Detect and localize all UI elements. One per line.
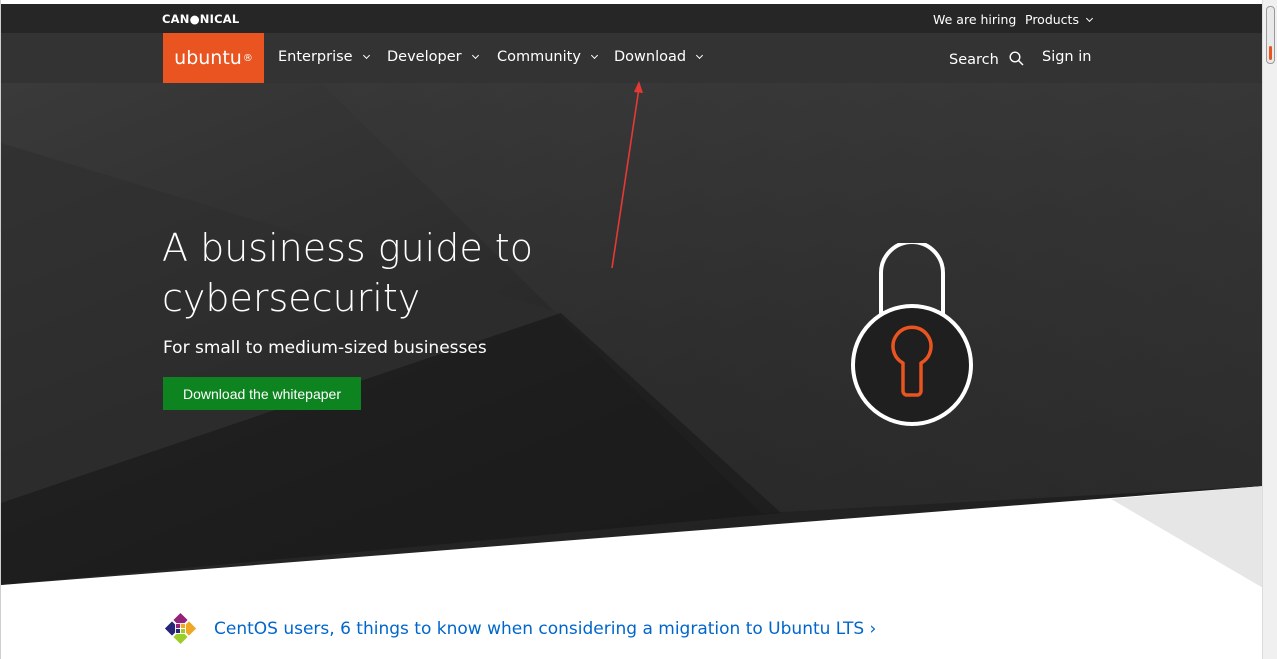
products-label: Products <box>1025 12 1079 27</box>
nav-item-developer[interactable]: Developer <box>387 49 479 65</box>
global-nav-bar: CAN●NICAL We are hiring Products <box>1 4 1262 33</box>
nav-item-download[interactable]: Download <box>614 49 704 65</box>
ubuntu-circle-icon: ® <box>242 52 253 64</box>
centos-logo-icon <box>164 612 197 645</box>
search-button[interactable]: Search <box>949 49 1024 68</box>
scrollbar-thumb[interactable] <box>1266 6 1275 64</box>
we-are-hiring-link[interactable]: We are hiring <box>933 12 1016 27</box>
chevron-down-icon <box>590 51 598 60</box>
chevron-down-icon <box>471 51 479 60</box>
chevron-down-icon <box>696 51 704 60</box>
nav-item-label: Enterprise <box>278 49 353 65</box>
nav-item-community[interactable]: Community <box>497 49 598 65</box>
padlock-icon <box>851 243 973 426</box>
search-label: Search <box>949 52 999 68</box>
hero-title: A business guide to cybersecurity <box>162 226 533 320</box>
main-nav: ubuntu ® Enterprise Developer Community D… <box>1 33 1262 83</box>
nav-item-label: Developer <box>387 49 462 65</box>
nav-item-label: Community <box>497 49 581 65</box>
sign-in-link[interactable]: Sign in <box>1042 49 1091 65</box>
vertical-scrollbar[interactable] <box>1262 0 1277 659</box>
nav-item-enterprise[interactable]: Enterprise <box>278 49 370 65</box>
annotation-arrow <box>611 81 643 269</box>
centos-migration-link[interactable]: CentOS users, 6 things to know when cons… <box>214 619 876 639</box>
ubuntu-logo[interactable]: ubuntu ® <box>163 33 264 83</box>
search-icon <box>1009 51 1024 66</box>
chevron-down-icon <box>1085 14 1094 23</box>
download-whitepaper-button[interactable]: Download the whitepaper <box>163 377 361 410</box>
browser-viewport: CAN●NICAL We are hiring Products ubuntu ®… <box>0 0 1262 659</box>
ubuntu-logo-text: ubuntu <box>174 47 242 69</box>
products-menu[interactable]: Products <box>1025 12 1094 27</box>
chevron-down-icon <box>362 51 370 60</box>
canonical-logo[interactable]: CAN●NICAL <box>162 12 239 26</box>
nav-item-label: Download <box>614 49 687 65</box>
centos-promo[interactable]: CentOS users, 6 things to know when cons… <box>164 612 876 645</box>
hero-subtitle: For small to medium-sized businesses <box>163 338 487 358</box>
